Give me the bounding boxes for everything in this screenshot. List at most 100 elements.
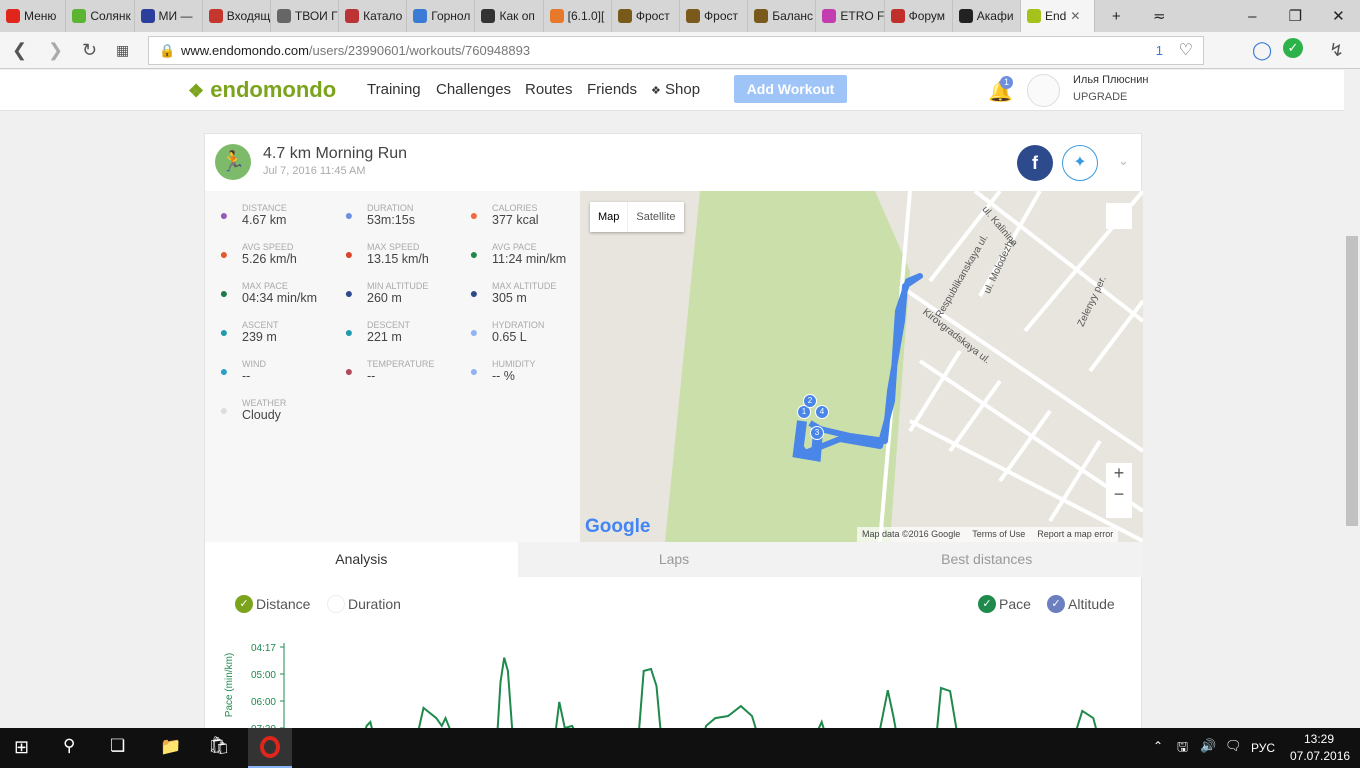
tab-laps[interactable]: Laps — [518, 542, 831, 577]
tab-analysis[interactable]: Analysis — [205, 542, 518, 577]
page-scrollbar[interactable] — [1344, 70, 1360, 728]
browser-tab[interactable]: Фрост — [612, 0, 681, 32]
terms-link[interactable]: Terms of Use — [972, 527, 1025, 542]
user-name[interactable]: Илья Плюснин — [1073, 74, 1148, 86]
browser-tab[interactable]: Форум — [885, 0, 953, 32]
scrollbar-thumb[interactable] — [1346, 236, 1358, 526]
chevron-down-icon[interactable]: ⌄ — [1118, 153, 1129, 169]
stat-value: Cloudy — [242, 408, 281, 422]
pace-chart[interactable]: Pace (min/km) 04:1705:0006:0007:30 — [205, 629, 1143, 739]
y-tick-label: 06:00 — [251, 697, 276, 708]
flame-icon: ● — [469, 207, 479, 223]
ascent-icon: ● — [219, 324, 229, 340]
close-window-icon[interactable]: ✕ — [1317, 7, 1360, 25]
volume-icon[interactable]: 🔊 — [1200, 738, 1216, 754]
download-icon[interactable]: ↯ — [1329, 40, 1344, 61]
browser-tab[interactable]: МИ — — [135, 0, 203, 32]
opera-taskbar-button[interactable] — [248, 728, 292, 768]
map-canvas — [665, 191, 1143, 542]
nav-routes[interactable]: Routes — [525, 81, 573, 98]
tab-label: Меню — [24, 9, 57, 23]
browser-tab[interactable]: ETRO F — [816, 0, 885, 32]
extension-icon[interactable]: ◯ — [1252, 40, 1272, 61]
tab-label: ETRO F — [840, 9, 885, 23]
route-map[interactable]: Respublikanskaya ul. ul. Kalinina ul. Mo… — [580, 191, 1143, 542]
adblock-count[interactable]: 1 — [1156, 37, 1163, 64]
add-workout-button[interactable]: Add Workout — [734, 75, 847, 103]
map-type-satellite[interactable]: Satellite — [628, 202, 683, 232]
pace-label: Pace — [999, 596, 1031, 612]
url-input[interactable]: 🔒 www.endomondo.com/users/23990601/worko… — [148, 36, 1204, 65]
close-tab-icon[interactable]: ✕ — [1070, 9, 1080, 23]
browser-tab[interactable]: Фрост — [680, 0, 749, 32]
windows-start-icon[interactable]: ⊞ — [14, 737, 29, 758]
logo-text: endomondo — [210, 77, 337, 102]
browser-tab[interactable]: Баланс — [748, 0, 817, 32]
tab-favicon-icon — [72, 9, 87, 23]
workout-date: Jul 7, 2016 11:45 AM — [263, 165, 366, 177]
endomondo-logo[interactable]: ❖ endomondo — [188, 77, 336, 103]
stat-weather: ● WEATHER Cloudy — [220, 398, 372, 422]
browser-tab[interactable]: Входящ — [203, 0, 271, 32]
zoom-in-button[interactable]: + — [1106, 463, 1132, 484]
reload-icon[interactable]: ↻ — [82, 40, 97, 61]
facebook-share-button[interactable]: f — [1017, 145, 1053, 181]
heart-icon[interactable]: ♡ — [1179, 37, 1193, 64]
lock-icon: 🔒 — [159, 43, 176, 58]
upgrade-link[interactable]: UPGRADE — [1073, 91, 1127, 103]
forward-icon[interactable]: ❯ — [48, 40, 63, 61]
browser-tab[interactable]: Меню — [0, 0, 67, 32]
notifications-icon[interactable]: 🗨 — [1225, 738, 1242, 754]
lap-marker[interactable]: 3 — [810, 426, 824, 440]
tab-best-distances[interactable]: Best distances — [830, 542, 1143, 577]
pace-toggle[interactable]: ✓ Pace — [978, 595, 1031, 613]
zoom-out-button[interactable]: − — [1106, 484, 1132, 505]
lap-marker[interactable]: 4 — [815, 405, 829, 419]
network-icon[interactable]: 🖫 — [1177, 738, 1188, 760]
browser-tab[interactable]: Горнол — [407, 0, 476, 32]
altitude-toggle[interactable]: ✓ Altitude — [1047, 595, 1115, 613]
y-tick-label: 05:00 — [251, 670, 276, 681]
distance-radio[interactable]: ✓ Distance — [235, 595, 310, 613]
search-icon[interactable]: ⚲ — [63, 736, 75, 756]
browser-tab-bar: Меню Солянк МИ — Входящ ТВОИ Г Катало Горнол Ка… — [0, 0, 1360, 32]
restore-icon[interactable]: ❐ — [1274, 7, 1317, 25]
tab-favicon-icon — [413, 9, 428, 23]
tab-favicon-icon — [617, 9, 632, 23]
browser-tab[interactable]: Катало — [339, 0, 408, 32]
browser-tab[interactable]: End ✕ — [1020, 0, 1095, 32]
browser-tab[interactable]: ТВОИ Г — [271, 0, 340, 32]
browser-tab[interactable]: Акафи — [953, 0, 1021, 32]
report-link[interactable]: Report a map error — [1037, 527, 1113, 542]
browser-tab[interactable]: Как оп — [475, 0, 544, 32]
clock-date[interactable]: 07.07.2016 — [1290, 749, 1350, 763]
language-indicator[interactable]: РУС — [1251, 741, 1275, 755]
tab-menu-icon[interactable]: ≂ — [1138, 7, 1181, 25]
file-explorer-icon[interactable]: 📁 — [160, 737, 181, 757]
nav-training[interactable]: Training — [367, 81, 421, 98]
speed-dial-icon[interactable]: ▦ — [116, 42, 129, 59]
tab-label: End — [1044, 9, 1067, 23]
check-extension-icon[interactable]: ✓ — [1283, 38, 1303, 58]
map-type-map[interactable]: Map — [590, 202, 629, 232]
new-tab-icon[interactable]: + — [1095, 8, 1138, 25]
under-armour-icon: ❖ — [651, 85, 661, 97]
minimize-icon[interactable]: – — [1231, 8, 1274, 25]
site-header: ❖ endomondo Training Challenges Routes F… — [0, 70, 1344, 111]
stats-panel: ● DISTANCE 4.67 km ● DURATION 53m:15s ● CALORIE… — [205, 191, 580, 542]
browser-tab[interactable]: Солянк — [66, 0, 135, 32]
task-view-icon[interactable]: ❏ — [110, 736, 125, 756]
duration-radio[interactable]: Duration — [327, 595, 401, 613]
twitter-share-button[interactable]: ✦ — [1062, 145, 1098, 181]
nav-challenges[interactable]: Challenges — [436, 81, 511, 98]
nav-shop[interactable]: ❖ Shop — [651, 81, 700, 98]
tray-chevron-icon[interactable]: ⌃ — [1153, 739, 1163, 753]
back-icon[interactable]: ❮ — [12, 40, 27, 61]
nav-friends[interactable]: Friends — [587, 81, 637, 98]
avatar[interactable] — [1027, 74, 1060, 107]
store-icon[interactable]: 🛍 — [208, 736, 230, 756]
lap-marker[interactable]: 2 — [803, 394, 817, 408]
browser-tab[interactable]: [6.1.0][ — [544, 0, 612, 32]
fullscreen-icon[interactable] — [1106, 203, 1132, 229]
clock-time[interactable]: 13:29 — [1304, 732, 1334, 746]
